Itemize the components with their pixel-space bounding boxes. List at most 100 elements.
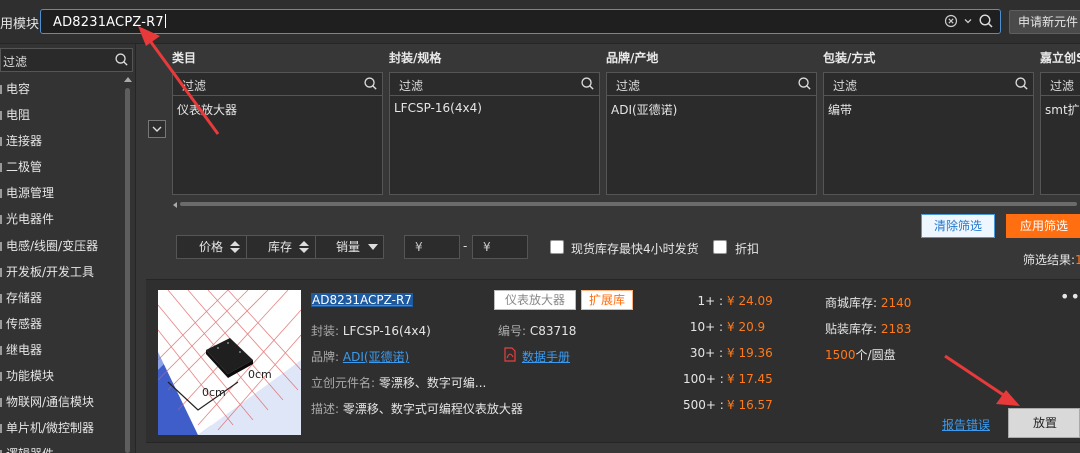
description-row: 描述: 零漂移、数字式可编程仪表放大器 xyxy=(311,400,523,417)
sidebar-scroll-thumb[interactable] xyxy=(125,88,130,453)
sidebar-item-memory[interactable]: 存储器 xyxy=(0,285,122,311)
sidebar-item-power[interactable]: 电源管理 xyxy=(0,180,122,206)
price-tier-price: ¥ 19.36 xyxy=(727,346,773,360)
sort-stock[interactable]: 库存 xyxy=(268,236,292,258)
price-tier-price: ¥ 16.57 xyxy=(727,398,773,412)
collapse-filters-button[interactable] xyxy=(148,120,166,138)
clear-filters-button[interactable]: 清除筛选 xyxy=(921,214,995,238)
price-tier-qty: 10+ : xyxy=(689,320,723,334)
filter-title-package: 封装/规格 xyxy=(389,51,442,65)
search-input[interactable]: AD8231ACPZ-R7 xyxy=(40,9,1001,34)
datasheet-link[interactable]: 数据手册 xyxy=(522,348,570,365)
code-row: 编号: C83718 xyxy=(498,322,576,339)
sort-price[interactable]: 价格 xyxy=(199,236,223,258)
sidebar-item-module[interactable]: 功能模块 xyxy=(0,363,122,389)
product-image[interactable]: 0cm 0cm xyxy=(158,290,301,435)
brand-label: 品牌: xyxy=(311,350,340,364)
sidebar-item-diode[interactable]: 二极管 xyxy=(0,154,122,180)
currency-symbol: ¥ xyxy=(483,240,491,254)
lcsc-name-row: 立创元件名: 零漂移、数字可编... xyxy=(311,374,486,391)
search-text: AD8231ACPZ-R7 xyxy=(53,14,166,30)
sort-price-label: 价格 xyxy=(199,240,224,254)
sort-group: 价格 库存 销量 xyxy=(176,235,384,259)
divider xyxy=(246,236,247,258)
search-icon[interactable] xyxy=(580,76,595,91)
category-list: 电容 电阻 连接器 二极管 电源管理 光电器件 电感/线圈/变压器 开发板/开发… xyxy=(0,76,122,453)
scroll-left-icon[interactable] xyxy=(173,202,177,208)
reel-qty-value: 1500 xyxy=(825,348,856,362)
sort-updown-icon[interactable] xyxy=(229,239,241,255)
search-icon[interactable] xyxy=(1014,76,1029,91)
sidebar-item-inductor[interactable]: 电感/线圈/变压器 xyxy=(0,233,122,259)
sidebar-item-logic[interactable]: 逻辑器件 xyxy=(0,441,122,453)
package-row: 封装: LFCSP-16(4x4) xyxy=(311,322,431,339)
sidebar-item-relay[interactable]: 继电器 xyxy=(0,337,122,363)
apply-new-component-button[interactable]: 申请新元件 xyxy=(1009,10,1080,34)
price-tier-price: ¥ 20.9 xyxy=(727,320,766,334)
filter-option[interactable]: ADI(亚德诺) xyxy=(611,101,677,118)
search-icon[interactable] xyxy=(114,52,129,67)
search-icon[interactable] xyxy=(363,76,378,91)
reel-quantity: 1500个/圆盘 xyxy=(825,346,896,363)
mall-stock-label: 商城库存: xyxy=(825,296,878,310)
sidebar-filter-input[interactable]: 过滤 xyxy=(0,48,133,72)
sidebar-item-mcu[interactable]: 单片机/微控制器 xyxy=(0,415,122,441)
apply-filters-button[interactable]: 应用筛选 xyxy=(1006,214,1080,238)
filter-input-package[interactable]: 过滤 xyxy=(390,73,599,96)
discount-checkbox[interactable] xyxy=(713,240,727,254)
filter-input-packaging[interactable]: 过滤 xyxy=(824,73,1033,96)
chevron-down-icon[interactable] xyxy=(962,15,974,27)
filter-placeholder: 过滤 xyxy=(616,79,641,93)
price-min-input[interactable]: ¥ xyxy=(404,235,460,259)
filter-input-brand[interactable]: 过滤 xyxy=(607,73,816,96)
filter-option[interactable]: 仪表放大器 xyxy=(177,101,237,118)
package-label: 封装: xyxy=(311,324,340,338)
scroll-up-icon[interactable] xyxy=(124,77,132,82)
report-error-link[interactable]: 报告错误 xyxy=(942,416,990,433)
result-count: 1 xyxy=(1075,253,1080,267)
sidebar-item-iot[interactable]: 物联网/通信模块 xyxy=(0,389,122,415)
price-tier-price: ¥ 24.09 xyxy=(727,294,773,308)
filter-option[interactable]: smt扩 xyxy=(1045,101,1080,118)
sidebar-item-capacitor[interactable]: 电容 xyxy=(0,76,122,102)
sidebar-item-optoelectronics[interactable]: 光电器件 xyxy=(0,206,122,232)
filter-column-packaging: 过滤 编带 xyxy=(823,72,1034,195)
filter-placeholder: 过滤 xyxy=(1050,79,1075,93)
price-max-input[interactable]: ¥ xyxy=(472,235,528,259)
sidebar-item-resistor[interactable]: 电阻 xyxy=(0,102,122,128)
filter-placeholder: 过滤 xyxy=(182,79,207,93)
sidebar-item-sensor[interactable]: 传感器 xyxy=(0,311,122,337)
brand-row: 品牌: ADI(亚德诺) xyxy=(311,348,409,365)
place-button[interactable]: 放置 xyxy=(1008,408,1080,438)
pdf-icon[interactable] xyxy=(503,347,517,362)
filter-input-jlc[interactable]: 过滤 xyxy=(1041,73,1080,96)
search-icon[interactable] xyxy=(978,13,994,29)
filter-input-category[interactable]: 过滤 xyxy=(173,73,382,96)
sidebar-item-connector[interactable]: 连接器 xyxy=(0,128,122,154)
filter-title-category: 类目 xyxy=(172,51,197,65)
result-count-label: 筛选结果:1 xyxy=(1023,251,1080,268)
lcsc-name-label: 立创元件名: xyxy=(311,376,376,390)
fast-ship-checkbox[interactable] xyxy=(550,240,564,254)
sort-down-icon[interactable] xyxy=(367,243,379,251)
sort-updown-icon[interactable] xyxy=(298,239,310,255)
part-number-link[interactable]: AD8231ACPZ-R7 xyxy=(311,293,413,307)
clear-icon[interactable] xyxy=(944,14,958,28)
search-icon[interactable] xyxy=(797,76,812,91)
brand-link[interactable]: ADI(亚德诺) xyxy=(343,350,409,364)
filter-column-jlc: 过滤 smt扩 xyxy=(1040,72,1080,195)
expansion-library-tag: 扩展库 xyxy=(581,290,633,310)
lcsc-name-value: 零漂移、数字可编... xyxy=(378,376,487,390)
sort-sales[interactable]: 销量 xyxy=(336,236,360,258)
filter-title-brand: 品牌/产地 xyxy=(606,51,659,65)
category-tag[interactable]: 仪表放大器 xyxy=(494,290,576,310)
module-label: 用模块 xyxy=(0,17,40,32)
price-tier-qty: 30+ : xyxy=(689,346,723,360)
filter-option[interactable]: LFCSP-16(4x4) xyxy=(394,101,482,115)
sidebar-item-devboard[interactable]: 开发板/开发工具 xyxy=(0,259,122,285)
filters-h-scroll-thumb[interactable] xyxy=(180,202,1077,206)
sort-sales-label: 销量 xyxy=(336,240,361,254)
filter-option[interactable]: 编带 xyxy=(828,101,852,118)
more-options-icon[interactable]: ••• xyxy=(1060,289,1080,305)
filter-title-packaging: 包装/方式 xyxy=(823,51,876,65)
